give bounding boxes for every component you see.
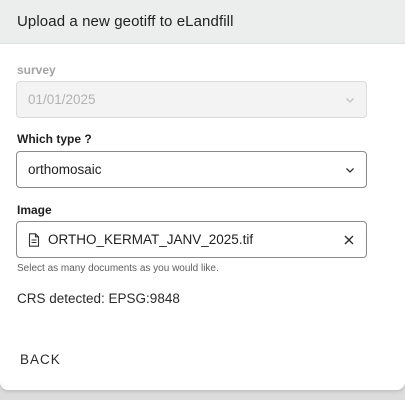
file-icon — [28, 232, 40, 247]
crs-detected-text: CRS detected: EPSG:9848 — [17, 291, 180, 306]
upload-geotiff-dialog: Upload a new geotiff to eLandfill survey… — [0, 0, 405, 390]
survey-select-value: 01/01/2025 — [28, 92, 96, 107]
close-icon[interactable] — [343, 234, 355, 246]
dialog-header: Upload a new geotiff to eLandfill — [0, 0, 405, 44]
dialog-title: Upload a new geotiff to eLandfill — [17, 13, 234, 30]
image-label: Image — [17, 203, 52, 217]
survey-select: 01/01/2025 — [16, 81, 367, 118]
type-label: Which type ? — [17, 132, 92, 146]
chevron-down-icon[interactable] — [345, 165, 355, 175]
back-button[interactable]: BACK — [12, 342, 69, 376]
chevron-down-icon — [346, 97, 354, 103]
image-file-name: ORTHO_KERMAT_JANV_2025.tif — [48, 232, 254, 247]
image-helper-text: Select as many documents as you would li… — [17, 263, 219, 274]
type-select[interactable]: orthomosaic — [16, 151, 367, 188]
type-select-value: orthomosaic — [28, 162, 102, 177]
survey-label: survey — [17, 63, 56, 77]
image-file-input[interactable]: ORTHO_KERMAT_JANV_2025.tif — [16, 221, 367, 258]
